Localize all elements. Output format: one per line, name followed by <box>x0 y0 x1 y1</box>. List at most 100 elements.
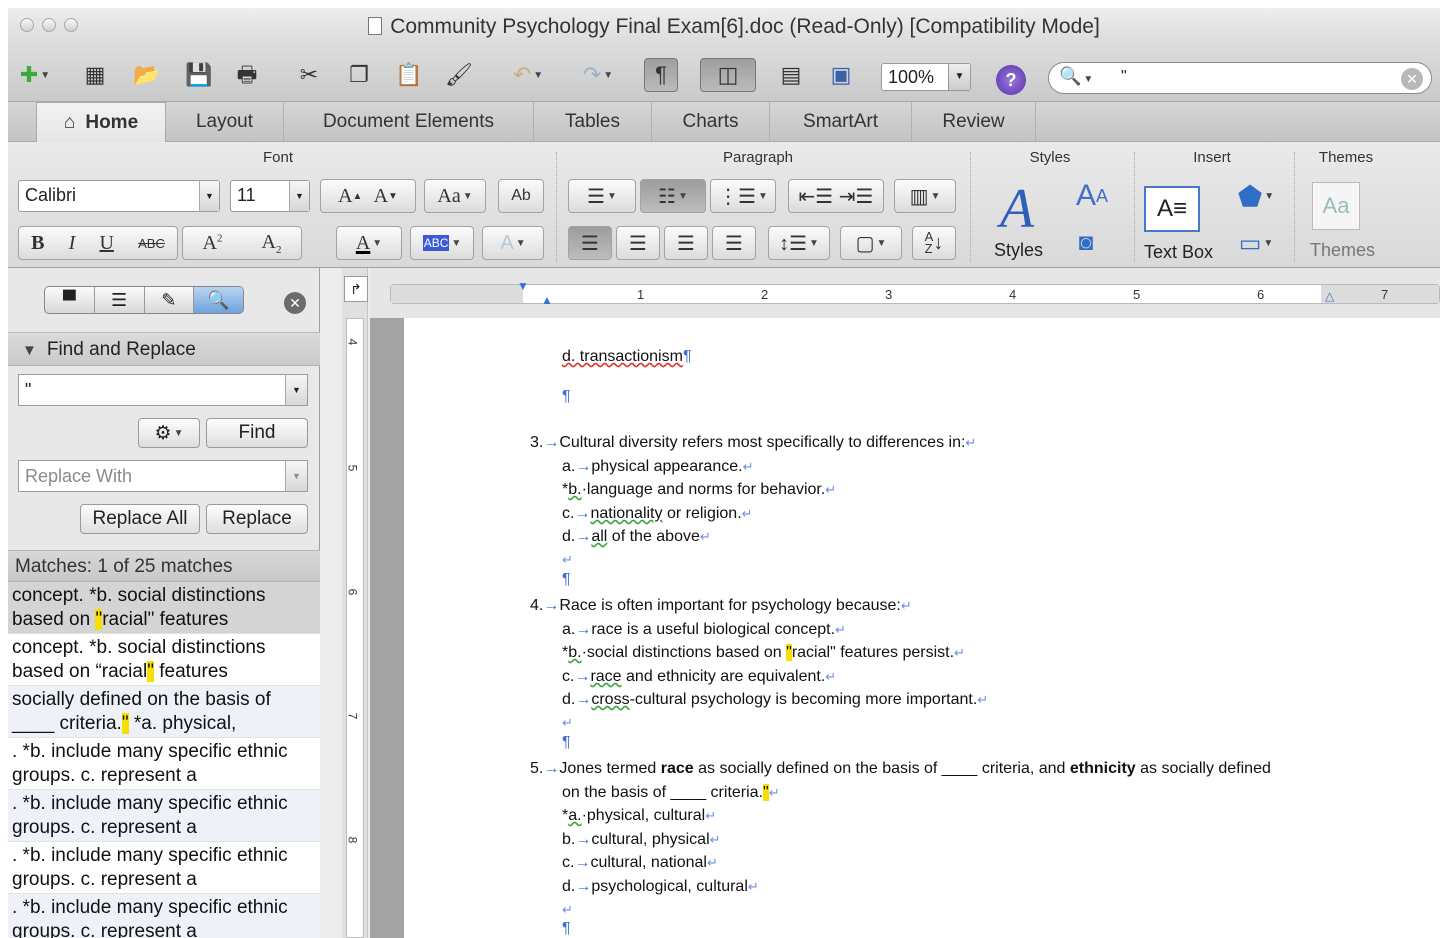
format-painter-button[interactable]: 🖌 <box>442 58 476 92</box>
outline-view-icon[interactable]: ☰ <box>95 287 145 313</box>
replace-input[interactable]: Replace With ▼ <box>18 460 308 492</box>
find-input[interactable]: " ▼ <box>18 374 308 406</box>
search-result-item[interactable]: concept. *b. social distinctions based o… <box>8 634 320 686</box>
search-result-item[interactable]: concept. *b. social distinctions based o… <box>8 582 320 634</box>
font-name-field[interactable]: Calibri ▼ <box>18 180 220 212</box>
search-result-item[interactable]: . *b. include many specific ethnic group… <box>8 738 320 790</box>
close-sidebar-icon[interactable]: ✕ <box>284 292 306 314</box>
save-button[interactable]: 💾 <box>182 58 216 92</box>
themes-button-label[interactable]: Themes <box>1310 240 1375 261</box>
search-icon[interactable]: 🔍 ▼ <box>1059 66 1093 87</box>
horizontal-ruler-track[interactable]: 1 2 3 4 5 6 7 ▼ ▲ △ <box>390 279 1440 307</box>
tab-home[interactable]: ⌂ Home <box>36 102 166 143</box>
script-buttons[interactable]: A2 A2 <box>182 226 302 260</box>
paragraph-mark: ¶ <box>562 734 571 751</box>
change-case-button[interactable]: Aa ▼ <box>424 179 486 213</box>
tab-charts[interactable]: Charts <box>652 102 770 142</box>
justify-button[interactable]: ☰ <box>712 226 756 260</box>
disclosure-triangle-icon[interactable]: ▼ <box>22 342 37 359</box>
tab-stop-selector[interactable]: ↱ <box>344 276 368 302</box>
align-center-button[interactable]: ☰ <box>616 226 660 260</box>
zoom-field[interactable]: 100% ▼ <box>881 63 971 91</box>
font-size-dropdown-icon[interactable]: ▼ <box>289 181 309 211</box>
text-style-buttons[interactable]: B I U ABC <box>18 226 178 260</box>
ribbon-separator <box>556 152 557 262</box>
help-icon[interactable]: ? <box>996 65 1026 95</box>
new-document-button[interactable]: ✚ ▼ <box>18 58 52 92</box>
find-history-dropdown-icon[interactable]: ▼ <box>285 375 307 405</box>
redo-button[interactable]: ↷ ▼ <box>568 58 628 92</box>
subscript-icon[interactable]: A2 <box>262 231 282 256</box>
search-result-item[interactable]: . *b. include many specific ethnic group… <box>8 842 320 894</box>
columns-button[interactable]: ▥ ▼ <box>894 179 956 213</box>
search-result-item[interactable]: . *b. include many specific ethnic group… <box>8 790 320 842</box>
paste-button[interactable]: 📋 <box>392 58 426 92</box>
tab-layout[interactable]: Layout <box>166 102 284 142</box>
bullets-button[interactable]: ☰ ▼ <box>568 179 636 213</box>
thumbnail-view-icon[interactable]: ▀ <box>45 287 95 313</box>
toolbox-button[interactable]: ▤ <box>774 58 808 92</box>
align-right-button[interactable]: ☰ <box>664 226 708 260</box>
undo-button[interactable]: ↶ ▼ <box>498 58 558 92</box>
replace-all-button[interactable]: Replace All <box>80 504 200 534</box>
clear-formatting-button[interactable]: Ab <box>498 179 544 213</box>
search-input[interactable]: 🔍 ▼ " ✕ <box>1048 62 1432 94</box>
tab-tables[interactable]: Tables <box>534 102 652 142</box>
indent-buttons[interactable]: ⇤☰ ⇥☰ <box>788 179 884 213</box>
right-indent-marker[interactable]: △ <box>1325 289 1334 303</box>
tab-document-elements[interactable]: Document Elements <box>284 102 534 142</box>
hanging-indent-marker[interactable]: ▲ <box>541 293 553 307</box>
ruler-number: 6 <box>345 588 360 596</box>
styles-button-label[interactable]: Styles <box>994 240 1043 261</box>
picture-icon[interactable]: ▭ ▼ <box>1234 226 1278 260</box>
styles-gallery-icon[interactable]: A <box>982 176 1052 242</box>
strikethrough-icon[interactable]: ABC <box>138 236 165 251</box>
search-view-icon[interactable]: 🔍 <box>194 287 243 313</box>
sidebar-toggle-button[interactable]: ◫ <box>700 58 756 92</box>
open-button[interactable]: 📂 <box>130 58 164 92</box>
replace-button[interactable]: Replace <box>206 504 308 534</box>
styles-pane-icon[interactable]: AA <box>1064 176 1120 216</box>
text-box-icon[interactable]: A≡ <box>1144 186 1200 232</box>
show-formatting-button[interactable]: ¶ <box>644 58 678 92</box>
search-result-item[interactable]: socially defined on the basis of ____ cr… <box>8 686 320 738</box>
text-box-label[interactable]: Text Box <box>1144 242 1213 263</box>
clear-search-icon[interactable]: ✕ <box>1401 68 1423 90</box>
line-spacing-button[interactable]: ↕☰ ▼ <box>768 226 830 260</box>
multilevel-list-button[interactable]: ⋮☰ ▼ <box>710 179 776 213</box>
italic-icon[interactable]: I <box>69 232 76 255</box>
font-size-field[interactable]: 11 ▼ <box>230 180 310 212</box>
tab-review[interactable]: Review <box>912 102 1036 142</box>
search-result-item[interactable]: . *b. include many specific ethnic group… <box>8 894 320 938</box>
zoom-dropdown-icon[interactable]: ▼ <box>948 64 970 90</box>
first-line-indent-marker[interactable]: ▼ <box>517 279 529 293</box>
ruler-number: 5 <box>1133 287 1141 302</box>
find-replace-header[interactable]: ▼ Find and Replace <box>8 332 320 366</box>
bold-icon[interactable]: B <box>31 232 44 255</box>
templates-gallery-button[interactable]: ▦ <box>78 58 112 92</box>
numbering-button[interactable]: ☷ ▼ <box>640 179 706 213</box>
shape-icon[interactable]: ⬟ ▼ <box>1234 176 1278 216</box>
cut-button[interactable]: ✂ <box>292 58 326 92</box>
copy-button[interactable]: ❐ <box>342 58 376 92</box>
text-effects-button[interactable]: A ▼ <box>482 226 544 260</box>
print-button[interactable]: 🖶 <box>230 58 264 92</box>
reviewing-view-icon[interactable]: ✎ <box>145 287 195 313</box>
superscript-icon[interactable]: A2 <box>203 232 223 255</box>
font-name-dropdown-icon[interactable]: ▼ <box>199 181 219 211</box>
document-page[interactable]: d. transactionism¶ ¶ 3.→Cultural diversi… <box>404 318 1440 938</box>
underline-icon[interactable]: U <box>99 232 113 255</box>
find-button[interactable]: Find <box>206 418 308 448</box>
highlight-button[interactable]: ABC ▼ <box>410 226 474 260</box>
grow-shrink-font-buttons[interactable]: A ▲ A ▼ <box>320 179 416 213</box>
font-color-button[interactable]: A ▼ <box>336 226 402 260</box>
align-left-button[interactable]: ☰ <box>568 226 612 260</box>
borders-button[interactable]: ▢ ▼ <box>840 226 902 260</box>
sort-button[interactable]: A Z ↓ <box>912 226 956 260</box>
tab-smartart[interactable]: SmartArt <box>770 102 912 142</box>
media-browser-button[interactable]: ▣ <box>824 58 858 92</box>
replace-history-dropdown-icon[interactable]: ▼ <box>285 461 307 491</box>
search-options-button[interactable]: ⚙ ▼ <box>138 418 200 448</box>
themes-gallery-icon[interactable]: Aa <box>1312 182 1360 230</box>
style-options-icon[interactable]: ◙ <box>1068 226 1104 260</box>
